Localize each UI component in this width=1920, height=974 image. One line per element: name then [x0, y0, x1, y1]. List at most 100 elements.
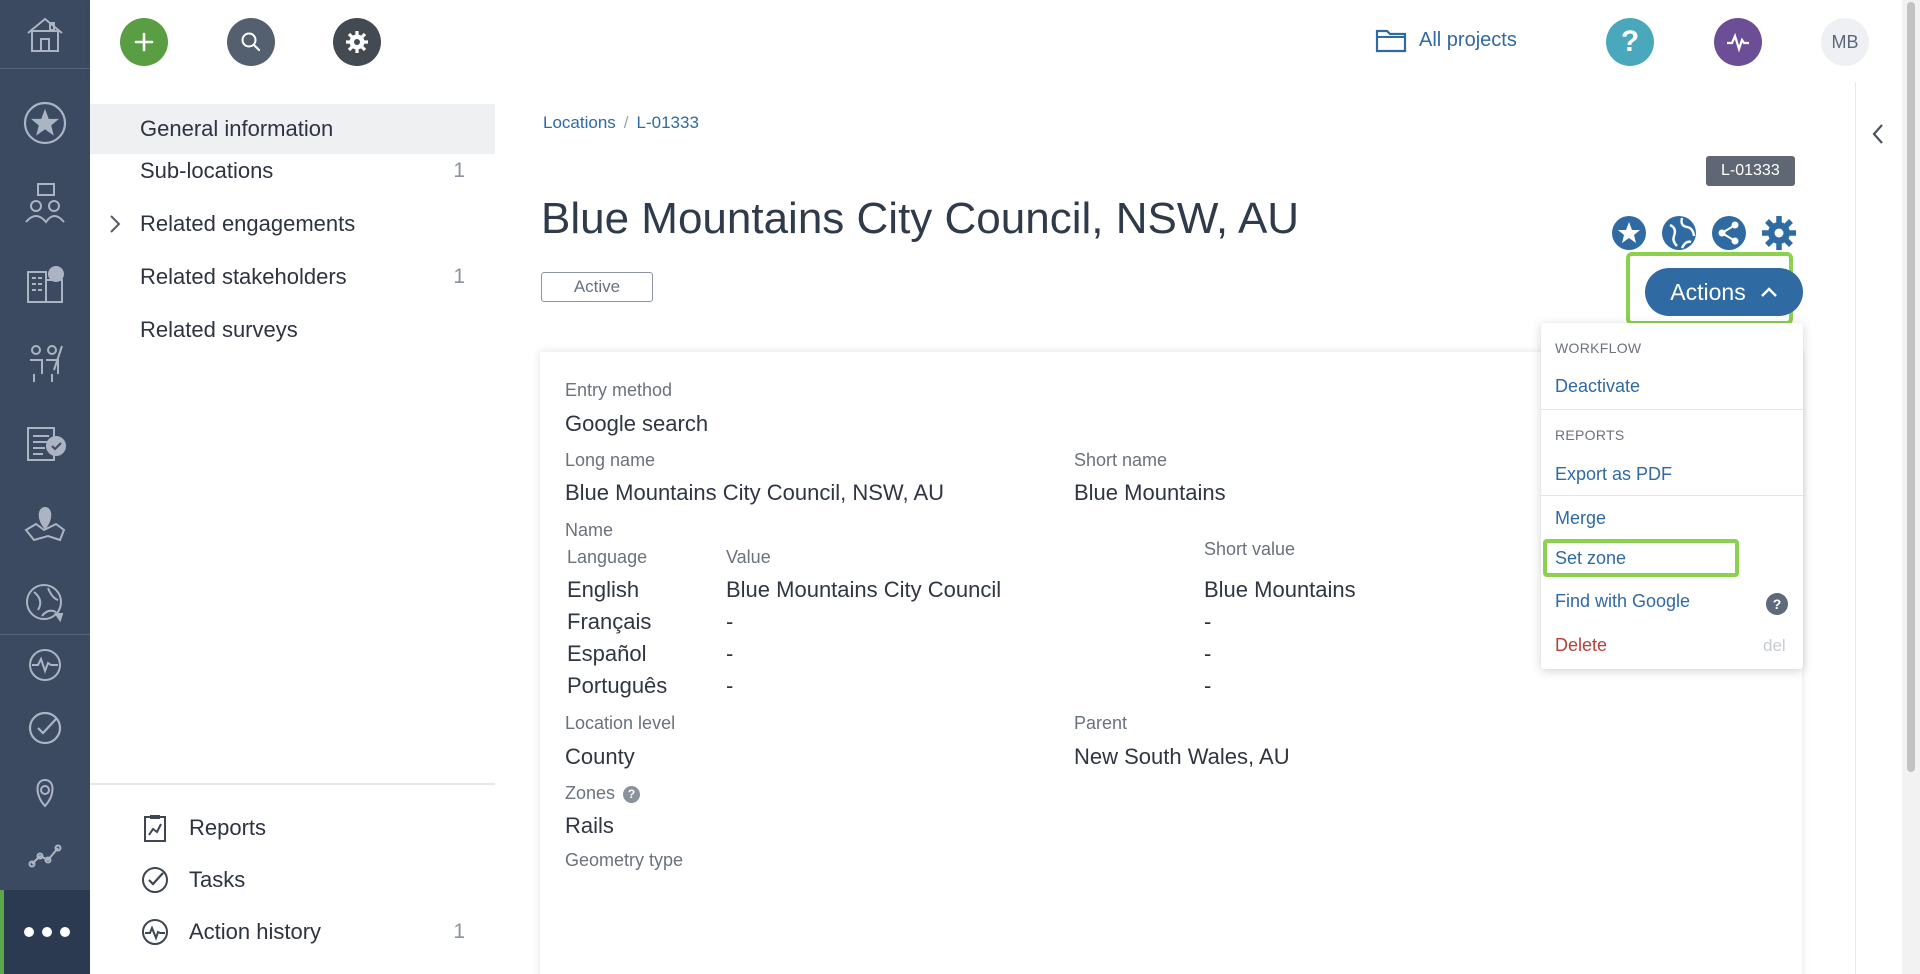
delete-shortcut-hint: del — [1763, 636, 1786, 655]
table-row-short-value: - — [1204, 641, 1212, 666]
rail-divider — [0, 68, 90, 69]
scrollbar-thumb[interactable] — [1907, 2, 1915, 772]
section-nav: General information Sub-locations 1 Rela… — [90, 82, 495, 974]
long-name-label: Long name — [565, 450, 656, 470]
surveys-icon[interactable] — [0, 408, 90, 478]
avatar[interactable]: MB — [1821, 18, 1869, 66]
nav-item-related-surveys[interactable]: Related surveys — [90, 305, 495, 355]
help-button[interactable]: ? — [1606, 18, 1654, 66]
favorite-star-icon[interactable] — [1610, 214, 1648, 252]
engagements-icon[interactable] — [0, 168, 90, 238]
search-button[interactable] — [227, 18, 275, 66]
page-title: Blue Mountains City Council, NSW, AU — [541, 194, 1300, 243]
star-icon[interactable] — [0, 88, 90, 158]
activity-button[interactable] — [1714, 18, 1762, 66]
chevron-left-icon[interactable] — [1870, 122, 1886, 146]
top-header: All projects ? MB — [90, 0, 1902, 82]
task-check-icon — [142, 867, 168, 893]
history-pulse-icon — [142, 919, 168, 945]
menu-item-merge[interactable]: Merge — [1555, 508, 1606, 529]
table-row-value: - — [726, 609, 734, 634]
app-root: All projects ? MB General information Su… — [0, 0, 1920, 974]
breadcrumb-root-link[interactable]: Locations — [543, 113, 616, 132]
search-icon — [241, 32, 261, 52]
globe-map-icon[interactable] — [1660, 214, 1698, 252]
pulse-icon — [1727, 32, 1749, 53]
add-button[interactable] — [120, 18, 168, 66]
more-dots-icon[interactable] — [0, 890, 90, 974]
entry-method-label: Entry method — [565, 380, 673, 400]
page-scrollbar[interactable] — [1902, 0, 1920, 974]
table-row-language: Português — [567, 673, 668, 698]
location-level-label: Location level — [565, 713, 676, 733]
actions-button[interactable]: Actions — [1645, 268, 1803, 316]
nav-item-label: Action history — [189, 919, 322, 944]
nav-item-related-engagements[interactable]: Related engagements — [90, 199, 495, 249]
zones-value: Rails — [565, 813, 614, 838]
nav-item-related-stakeholders[interactable]: Related stakeholders 1 — [90, 252, 495, 302]
menu-item-find-with-google[interactable]: Find with Google — [1555, 591, 1690, 612]
table-row-short-value: - — [1204, 609, 1212, 634]
name-table-header-value: Value — [726, 547, 771, 567]
folder-icon — [1375, 29, 1407, 53]
menu-divider — [1541, 495, 1803, 496]
nav-item-sub-locations[interactable]: Sub-locations 1 — [90, 146, 495, 196]
share-icon[interactable] — [1710, 214, 1748, 252]
activity-icon[interactable] — [0, 632, 90, 698]
name-label: Name — [565, 520, 614, 540]
globe-icon[interactable] — [0, 568, 90, 638]
nav-item-label: Sub-locations — [140, 158, 274, 183]
tasks-icon[interactable] — [0, 695, 90, 761]
chevron-up-icon — [1760, 287, 1777, 297]
menu-item-delete[interactable]: Delete — [1555, 635, 1607, 656]
left-rail — [0, 0, 90, 974]
all-projects-link[interactable]: All projects — [1375, 26, 1517, 54]
analytics-icon[interactable] — [0, 822, 90, 888]
nav-divider — [90, 783, 495, 785]
menu-divider — [1541, 409, 1803, 410]
table-row-value: Blue Mountains City Council — [726, 577, 1002, 602]
menu-item-export-pdf[interactable]: Export as PDF — [1555, 464, 1672, 485]
nav-item-action-history[interactable]: Action history 1 — [90, 906, 495, 958]
nav-item-count: 1 — [453, 920, 465, 943]
table-row-short-value: - — [1204, 673, 1212, 698]
locations-icon[interactable] — [0, 488, 90, 558]
nav-item-label: Related engagements — [140, 211, 356, 236]
geometry-type-label: Geometry type — [565, 850, 684, 870]
stakeholders-icon[interactable] — [0, 328, 90, 398]
settings-button[interactable] — [333, 18, 381, 66]
name-table-header-short-value: Short value — [1204, 539, 1296, 559]
breadcrumb-separator: / — [623, 113, 629, 132]
location-level-value: County — [565, 744, 635, 769]
status-badge: Active — [541, 272, 653, 302]
home-icon[interactable] — [0, 0, 90, 68]
nav-item-reports[interactable]: Reports — [90, 802, 495, 854]
nav-item-label: Related surveys — [140, 317, 298, 342]
table-row-value: - — [726, 641, 734, 666]
nav-item-label: Related stakeholders — [140, 264, 347, 289]
table-row-value: - — [726, 673, 734, 698]
buildings-icon[interactable] — [0, 248, 90, 318]
short-name-value: Blue Mountains — [1074, 480, 1226, 505]
table-row-language: Español — [567, 641, 647, 666]
record-settings-gear-icon[interactable] — [1760, 214, 1798, 252]
find-google-help-icon[interactable]: ? — [1766, 593, 1788, 615]
nav-item-label: Tasks — [189, 867, 246, 892]
zones-label: Zones? — [565, 783, 641, 804]
zones-help-icon[interactable]: ? — [623, 785, 641, 803]
nav-item-tasks[interactable]: Tasks — [90, 854, 495, 906]
parent-value[interactable]: New South Wales, AU — [1074, 744, 1290, 770]
right-side-panel — [1855, 82, 1902, 974]
actions-dropdown-menu: WORKFLOW Deactivate REPORTS Export as PD… — [1541, 323, 1803, 669]
menu-item-deactivate[interactable]: Deactivate — [1555, 376, 1640, 397]
question-icon: ? — [1620, 25, 1640, 58]
pin-icon[interactable] — [0, 758, 90, 824]
table-row-language: English — [567, 577, 640, 602]
nav-item-count: 1 — [453, 159, 465, 182]
plus-icon — [134, 32, 154, 52]
breadcrumb-current[interactable]: L-01333 — [637, 113, 699, 132]
parent-label: Parent — [1074, 713, 1128, 733]
zones-label-text: Zones — [565, 783, 616, 803]
menu-item-set-zone[interactable]: Set zone — [1555, 548, 1626, 569]
chevron-right-icon[interactable] — [108, 213, 122, 235]
